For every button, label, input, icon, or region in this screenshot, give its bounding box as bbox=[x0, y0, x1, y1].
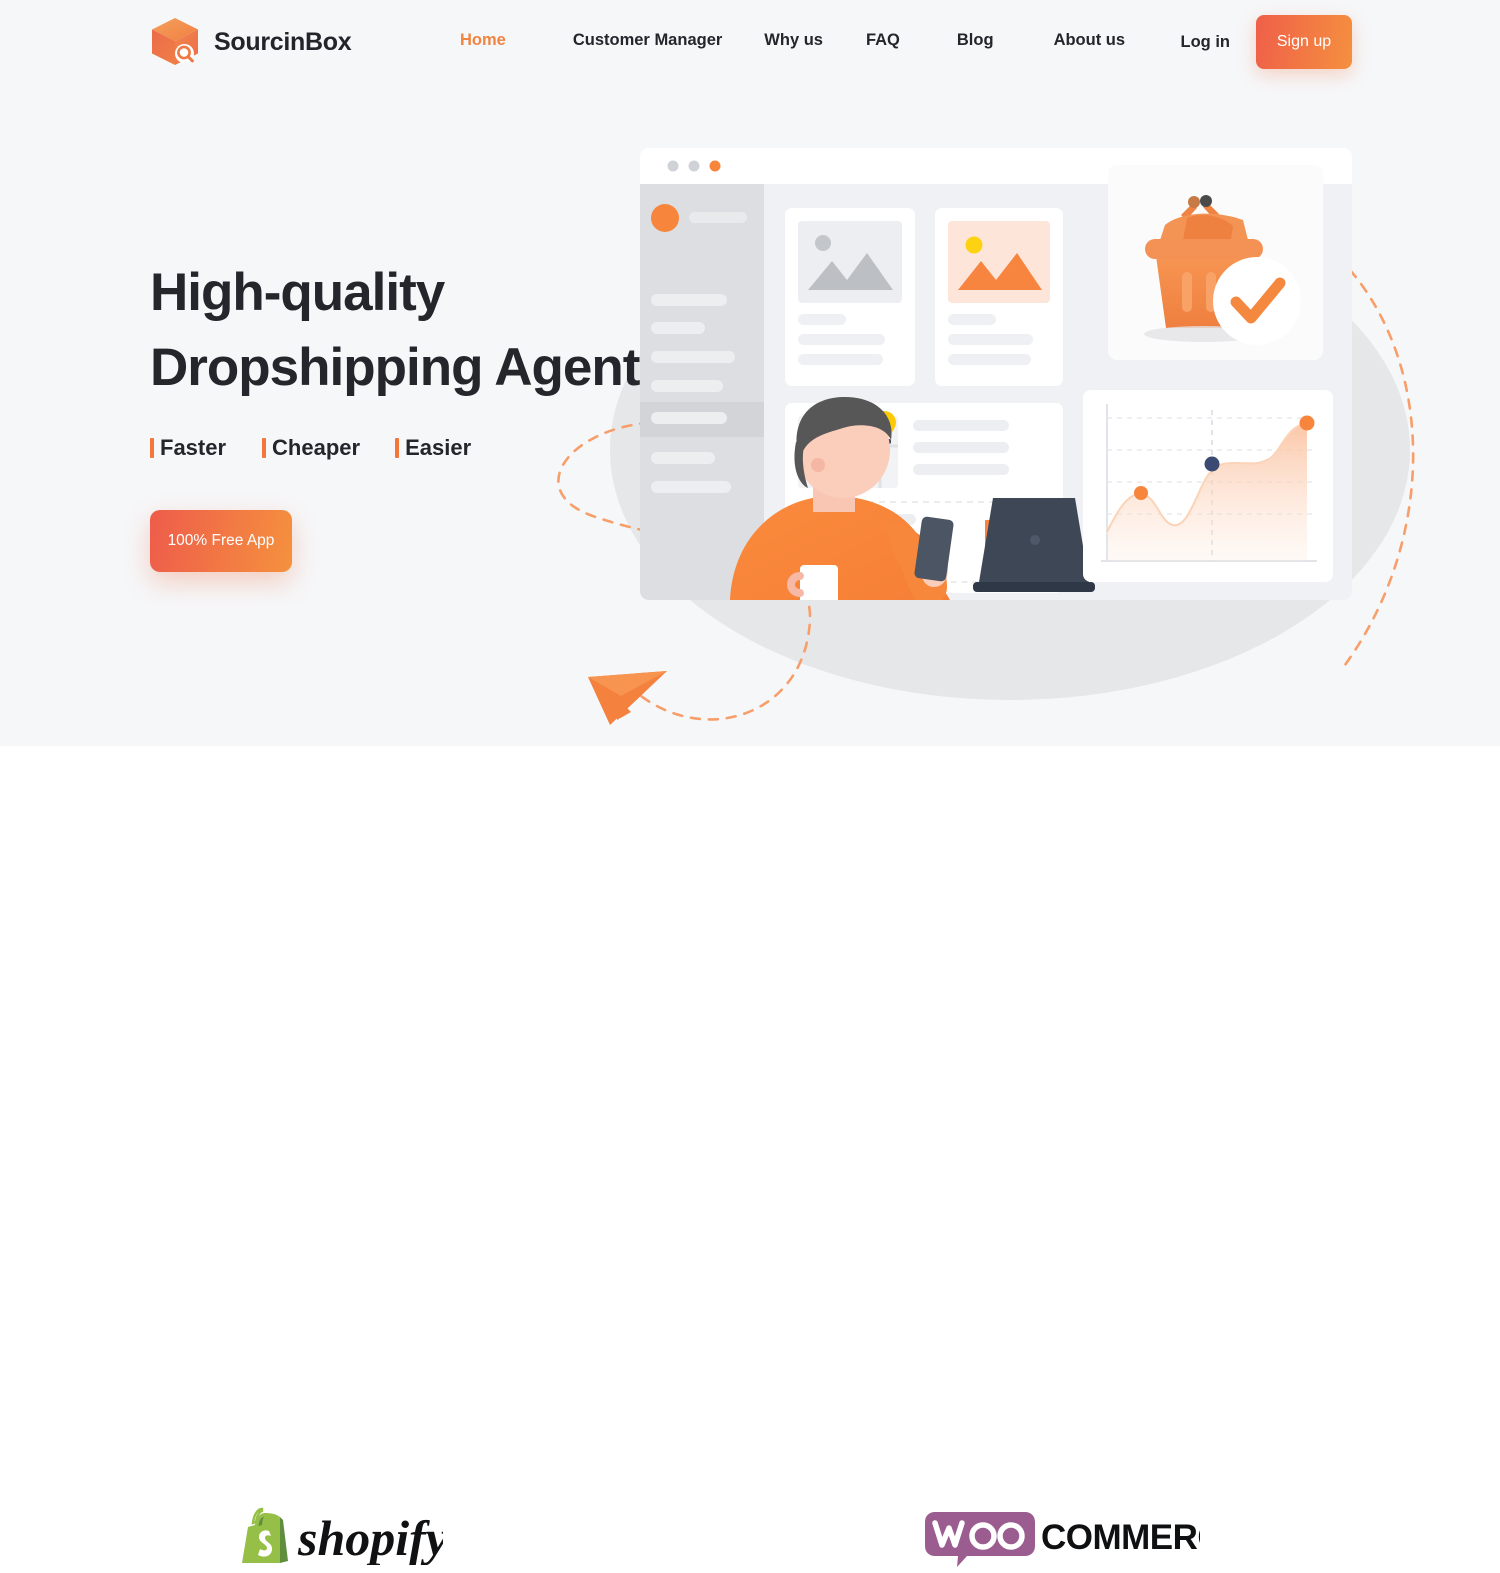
hero-feature-label: Faster bbox=[160, 435, 227, 460]
sidebar-avatar bbox=[651, 204, 679, 232]
brand-logo-link[interactable]: SourcinBox bbox=[148, 14, 352, 70]
nav-link-about-us[interactable]: About us bbox=[1054, 31, 1126, 50]
main-navigation: SourcinBox Home Customer Manager Why us … bbox=[0, 0, 1500, 85]
bar-marker-icon bbox=[262, 438, 267, 458]
nav-link-home[interactable]: Home bbox=[460, 31, 506, 50]
image-sun-icon bbox=[965, 236, 983, 254]
hero-headline-line-1: High-quality bbox=[150, 263, 445, 322]
product-card bbox=[785, 208, 915, 386]
nav-link-faq[interactable]: FAQ bbox=[866, 31, 900, 50]
dropshipping-dashboard-illustration bbox=[555, 120, 1455, 740]
woocommerce-logo: COMMERCE bbox=[925, 1510, 1246, 1573]
hero-headline-line-2: Dropshipping Agent bbox=[150, 338, 640, 397]
product-card bbox=[935, 208, 1063, 386]
shopify-wordmark: shopify bbox=[297, 1510, 443, 1565]
image-sun-icon bbox=[815, 235, 831, 251]
bar-marker-icon bbox=[395, 438, 400, 458]
hero-feature-faster: Faster bbox=[150, 435, 226, 461]
paper-plane-icon bbox=[588, 671, 667, 725]
chart-point-orange bbox=[1134, 486, 1148, 500]
hero-feature-easier: Easier bbox=[395, 435, 471, 461]
bar-marker-icon bbox=[150, 438, 154, 458]
mockup-sidebar bbox=[640, 184, 764, 600]
hero-feature-list: Faster Cheaper Easier bbox=[150, 435, 639, 461]
check-badge-icon bbox=[1213, 257, 1301, 345]
login-link[interactable]: Log in bbox=[1181, 33, 1230, 52]
shopify-logo: shopify bbox=[228, 1503, 449, 1570]
nav-link-blog[interactable]: Blog bbox=[957, 31, 994, 50]
free-app-cta-button[interactable]: 100% Free App bbox=[150, 510, 292, 572]
order-success-card bbox=[1108, 165, 1323, 360]
analytics-chart-card bbox=[1083, 390, 1333, 582]
hero-text-block: High-quality Dropshipping Agent Faster C… bbox=[150, 255, 640, 572]
window-dot-gray bbox=[688, 160, 700, 172]
laptop-illustration bbox=[973, 498, 1095, 592]
window-dot-orange bbox=[709, 160, 721, 172]
nav-links: Home Customer Manager Why us FAQ Blog Ab… bbox=[460, 31, 1125, 50]
hero-feature-label: Cheaper bbox=[272, 435, 361, 460]
partner-logo-strip: shopify COMMERCE bbox=[0, 746, 1500, 1567]
window-dot-gray bbox=[667, 160, 679, 172]
chart-point-orange bbox=[1299, 415, 1315, 431]
brand-name: SourcinBox bbox=[214, 27, 352, 56]
hero-feature-cheaper: Cheaper bbox=[262, 435, 360, 461]
hero-feature-label: Easier bbox=[405, 435, 472, 460]
nav-link-customer-manager[interactable]: Customer Manager bbox=[573, 31, 722, 50]
commerce-wordmark: COMMERCE bbox=[1041, 1518, 1200, 1557]
box-magnifier-icon bbox=[148, 14, 202, 70]
nav-link-why-us[interactable]: Why us bbox=[764, 31, 823, 50]
signup-button[interactable]: Sign up bbox=[1256, 15, 1352, 69]
chart-point-navy bbox=[1204, 456, 1220, 472]
nav-account-actions: Log in Sign up bbox=[1181, 15, 1500, 69]
shopify-bag-icon bbox=[242, 1507, 288, 1563]
woo-bubble-icon bbox=[925, 1512, 1035, 1567]
